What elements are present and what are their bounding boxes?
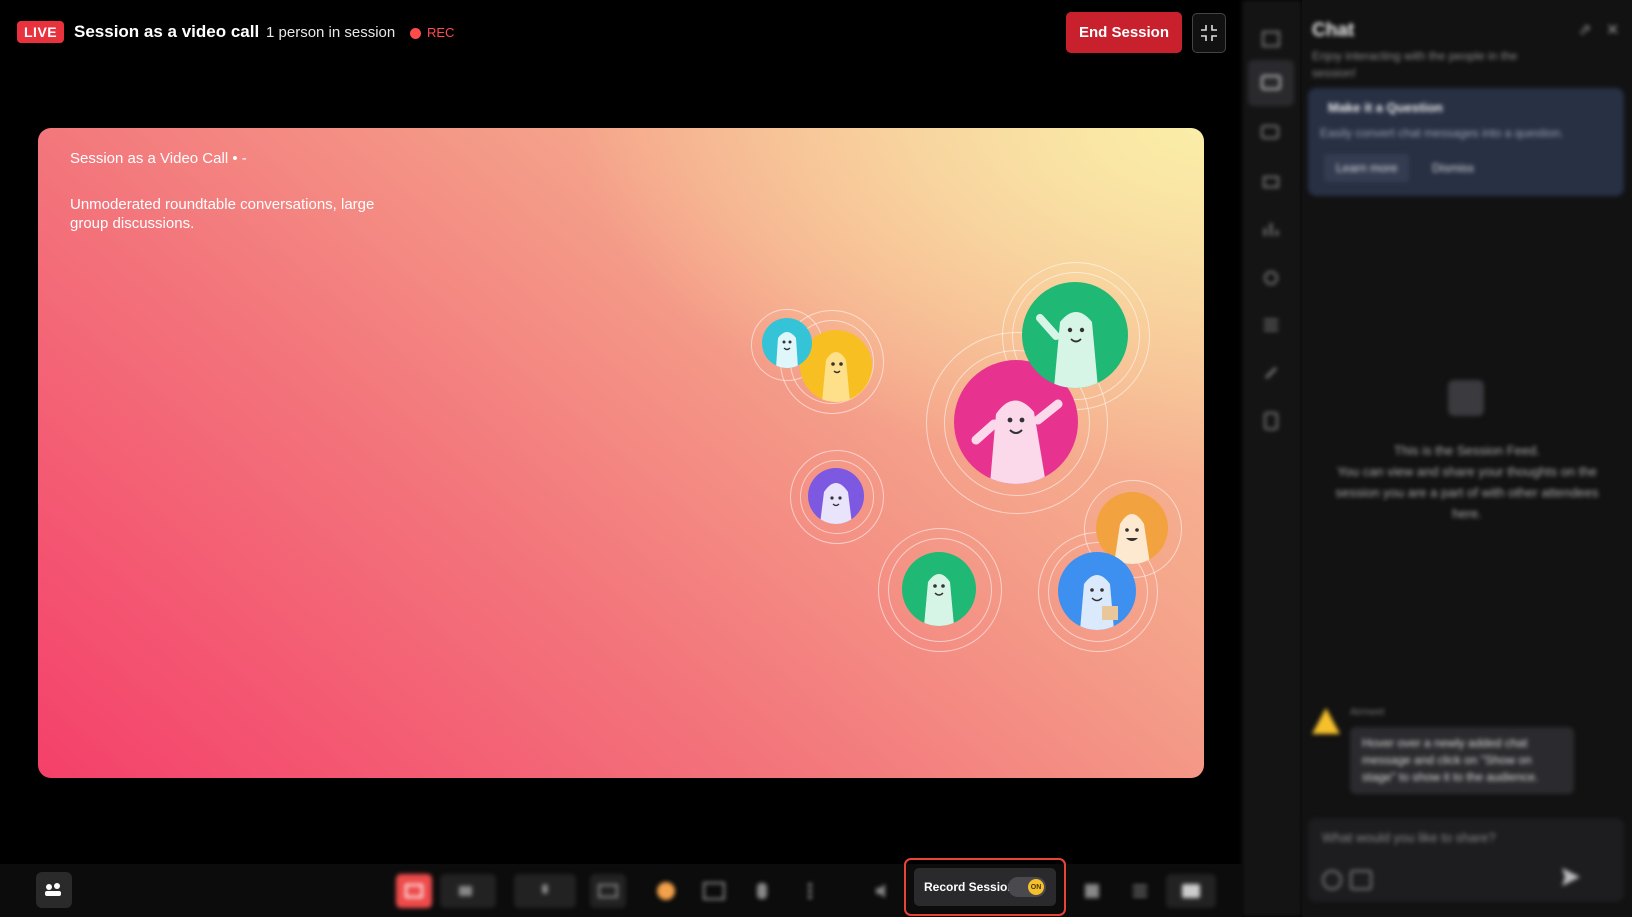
people-count: 1 person in session <box>266 24 396 41</box>
close-icon[interactable]: ✕ <box>1606 20 1619 40</box>
camera-button[interactable] <box>440 874 496 908</box>
teal-avatar <box>762 318 812 368</box>
recording-indicator: REC <box>410 22 454 44</box>
raise-hand-icon[interactable] <box>1256 262 1286 292</box>
chat-title: Chat <box>1312 20 1355 41</box>
rec-label: REC <box>427 25 455 40</box>
popout-icon[interactable]: ⇗ <box>1578 20 1591 40</box>
sidebar-icon-rail <box>1242 0 1302 917</box>
promo-card: Make it a Question Easily convert chat m… <box>1308 88 1624 196</box>
record-session-control[interactable]: Record Session ON <box>914 868 1056 906</box>
dismiss-button[interactable]: Dismiss <box>1420 154 1486 182</box>
feed-line-2: You can view and share your thoughts on … <box>1335 464 1599 521</box>
screen-share-button[interactable] <box>396 874 432 908</box>
send-icon[interactable] <box>1560 866 1582 893</box>
record-session-toggle[interactable]: ON <box>1008 877 1046 897</box>
learn-more-button[interactable]: Learn more <box>1324 154 1410 182</box>
settings-button[interactable] <box>1166 874 1216 908</box>
message-sender: Airmeet <box>1350 707 1385 718</box>
chat-tab[interactable] <box>1248 60 1294 106</box>
layout-button[interactable] <box>696 874 732 908</box>
live-badge: LIVE <box>17 21 65 43</box>
rec-dot-icon <box>410 27 421 39</box>
blue-avatar <box>1058 552 1136 630</box>
green-avatar-bottom <box>902 552 976 626</box>
list-icon[interactable] <box>1256 310 1286 340</box>
questions-icon[interactable] <box>1256 118 1286 148</box>
exit-fullscreen-button[interactable] <box>1192 13 1226 53</box>
session-feed-info: This is the Session Feed. You can view a… <box>1322 440 1612 524</box>
bottom-toolbar: Record Session ON <box>0 858 1242 917</box>
warning-avatar-icon <box>1310 705 1342 737</box>
end-session-button[interactable]: End Session <box>1066 12 1182 53</box>
chat-composer: What would you like to share? <box>1308 818 1624 902</box>
collapse-icon <box>1201 25 1217 41</box>
emoji-icon[interactable] <box>1322 870 1342 890</box>
grid-view-button[interactable] <box>1122 874 1158 908</box>
more-options-button[interactable] <box>792 874 828 908</box>
microphone-button[interactable] <box>514 874 576 908</box>
chat-input[interactable]: What would you like to share? <box>1322 830 1495 845</box>
promo-text: Easily convert chat messages into a ques… <box>1320 126 1564 140</box>
promo-title: Make it a Question <box>1328 100 1443 115</box>
notes-icon[interactable] <box>1256 406 1286 436</box>
chat-message[interactable]: Hover over a newly added chat message an… <box>1350 727 1574 794</box>
purple-avatar <box>808 468 864 524</box>
record-session-label: Record Session <box>924 880 1015 894</box>
people-icon[interactable] <box>1256 24 1286 54</box>
record-session-highlight: Record Session ON <box>904 858 1066 916</box>
toggle-knob: ON <box>1028 879 1044 895</box>
session-feed-icon <box>1448 380 1484 416</box>
feed-line-1: This is the Session Feed. <box>1394 443 1540 458</box>
captions-button[interactable] <box>590 874 626 908</box>
people-group-icon <box>45 883 61 896</box>
polls-icon[interactable] <box>1256 214 1286 244</box>
brand-menu-button[interactable] <box>36 872 72 908</box>
speaker-button[interactable] <box>866 874 902 908</box>
green-avatar-top <box>1022 282 1128 388</box>
chat-panel: Chat Enjoy interacting with the people i… <box>1302 0 1632 917</box>
reactions-button[interactable] <box>648 874 684 908</box>
backstage-button[interactable] <box>1074 874 1110 908</box>
booth-icon[interactable] <box>1256 166 1286 196</box>
session-header: LIVE Session as a video call 1 person in… <box>0 0 1242 64</box>
raise-hand-button[interactable] <box>744 874 780 908</box>
link-icon[interactable] <box>1256 358 1286 388</box>
session-stage: Session as a Video Call • - Unmoderated … <box>38 128 1204 778</box>
stage-description: Unmoderated roundtable conversations, la… <box>70 196 375 232</box>
session-title: Session as a video call <box>74 22 260 41</box>
stage-title: Session as a Video Call • - <box>70 150 247 167</box>
chat-subtitle: Enjoy interacting with the people in the… <box>1312 49 1518 80</box>
gif-icon[interactable] <box>1350 870 1372 890</box>
